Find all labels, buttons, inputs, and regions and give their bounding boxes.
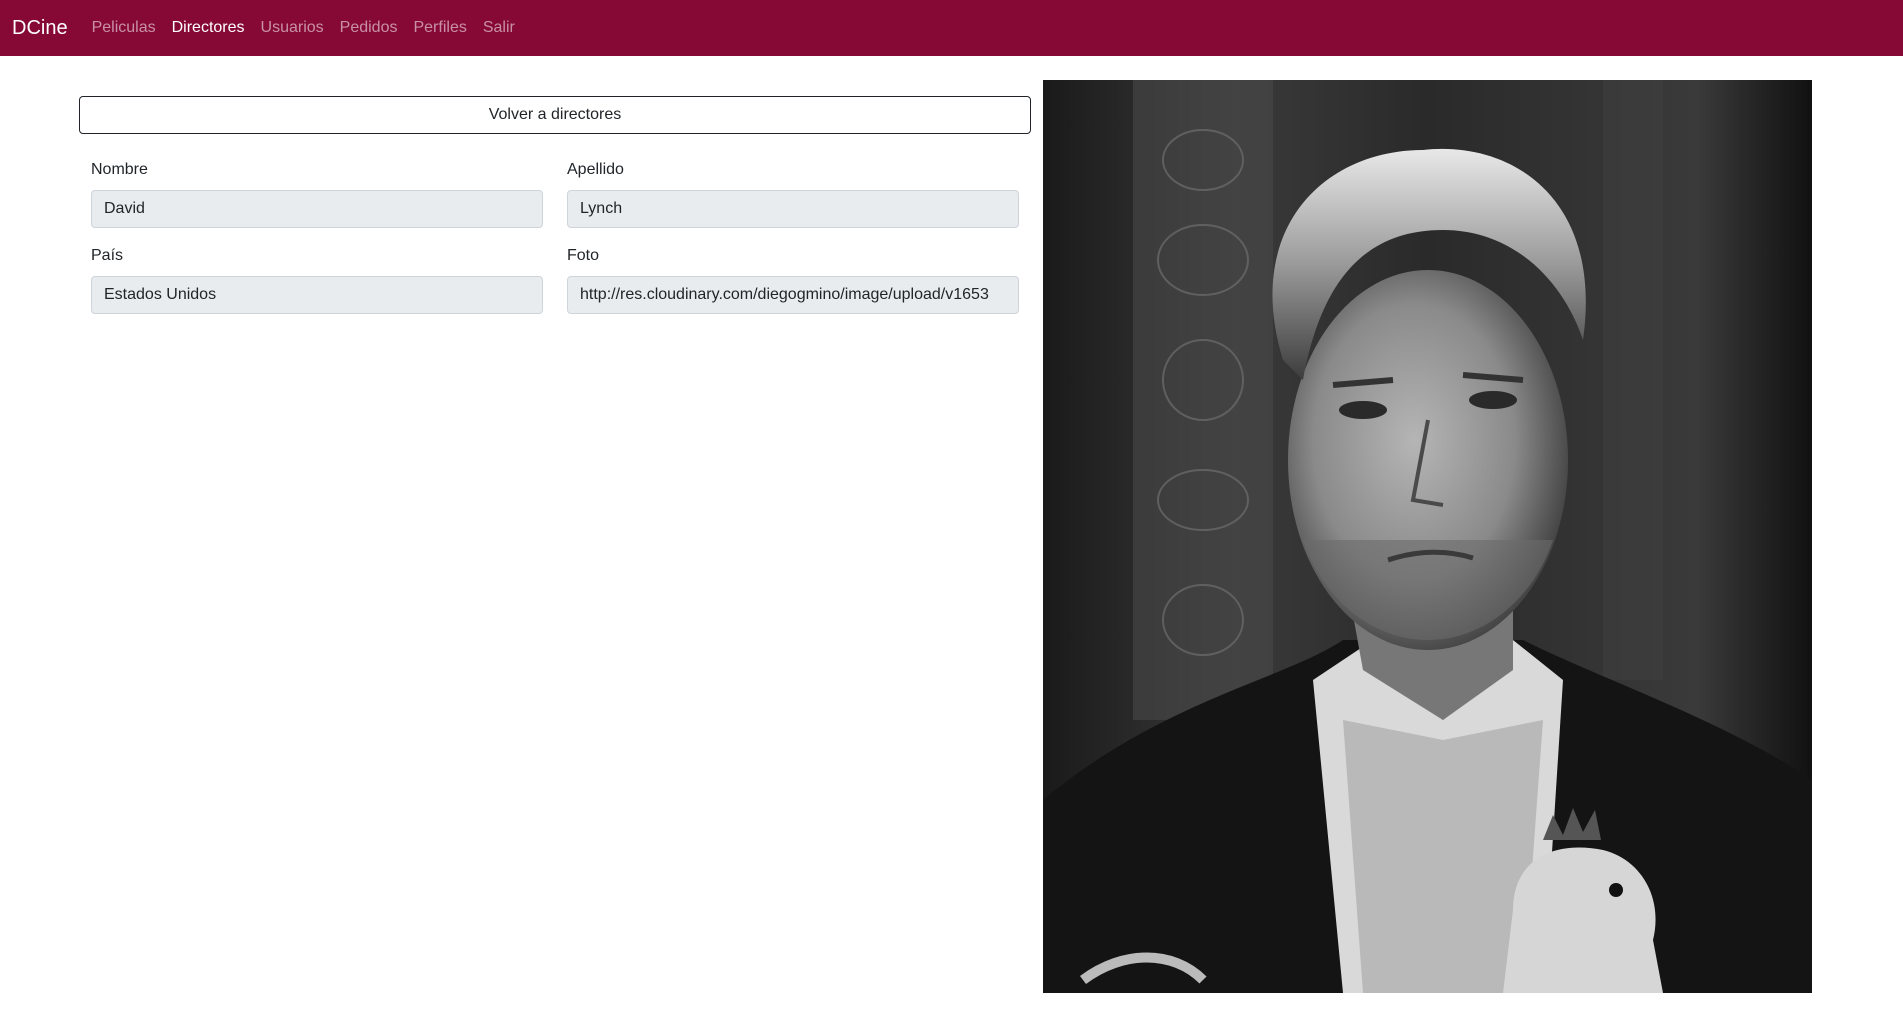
nav-link-peliculas[interactable]: Peliculas: [92, 19, 156, 37]
back-to-directors-button[interactable]: Volver a directores: [79, 96, 1031, 134]
director-portrait-image: [1043, 80, 1812, 993]
top-navbar: DCine Peliculas Directores Usuarios Pedi…: [0, 0, 1903, 56]
nav-link-salir[interactable]: Salir: [483, 19, 515, 37]
brand-logo[interactable]: DCine: [12, 17, 68, 40]
pais-label: País: [91, 247, 124, 264]
apellido-field[interactable]: [567, 190, 1019, 228]
nav-link-usuarios[interactable]: Usuarios: [261, 19, 324, 37]
nav-link-directores[interactable]: Directores: [172, 19, 245, 37]
pais-field[interactable]: [91, 276, 543, 314]
foto-field[interactable]: [567, 276, 1019, 314]
apellido-label: Apellido: [567, 161, 624, 178]
nav-link-perfiles[interactable]: Perfiles: [413, 19, 466, 37]
nombre-label: Nombre: [91, 161, 148, 178]
nav-link-pedidos[interactable]: Pedidos: [340, 19, 398, 37]
nombre-field[interactable]: [91, 190, 543, 228]
foto-label: Foto: [567, 247, 600, 264]
